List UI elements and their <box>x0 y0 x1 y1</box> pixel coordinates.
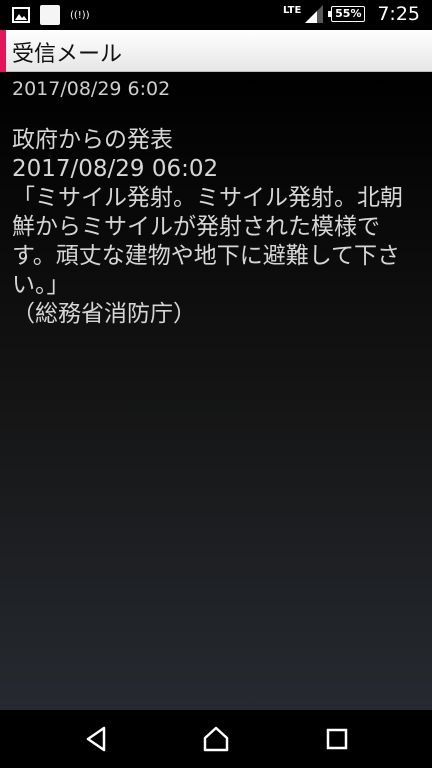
network-type: LTE <box>282 4 302 16</box>
alert-icon: ((!)) <box>70 9 90 21</box>
page-title: 受信メール <box>12 42 123 67</box>
recent-apps-icon[interactable] <box>322 724 352 754</box>
message-body: 政府からの発表 2017/08/29 06:02 「ミサイル発射。ミサイル発射。… <box>12 127 403 327</box>
signal-icon <box>305 5 324 23</box>
home-icon[interactable] <box>201 724 231 754</box>
back-icon[interactable] <box>82 724 112 754</box>
received-date: 2017/08/29 6:02 <box>12 78 171 100</box>
status-bar-left: ((!)) <box>12 5 90 25</box>
status-bar-right: LTE 55% 7:25 <box>283 3 420 25</box>
battery-level: 55% <box>335 7 362 20</box>
navigation-bar <box>0 710 432 768</box>
clock: 7:25 <box>377 3 420 25</box>
title-accent <box>0 30 6 72</box>
title-bar: 受信メール <box>0 30 432 72</box>
status-bar: ((!)) LTE 55% 7:25 <box>0 0 432 30</box>
battery-icon: 55% <box>328 6 366 22</box>
app-square-icon <box>40 5 60 25</box>
image-icon <box>12 7 30 23</box>
mail-content[interactable]: 2017/08/29 6:02 政府からの発表 2017/08/29 06:02… <box>0 72 432 710</box>
screen: ((!)) LTE 55% 7:25 受信メール 2017/08/29 6:02… <box>0 0 432 768</box>
